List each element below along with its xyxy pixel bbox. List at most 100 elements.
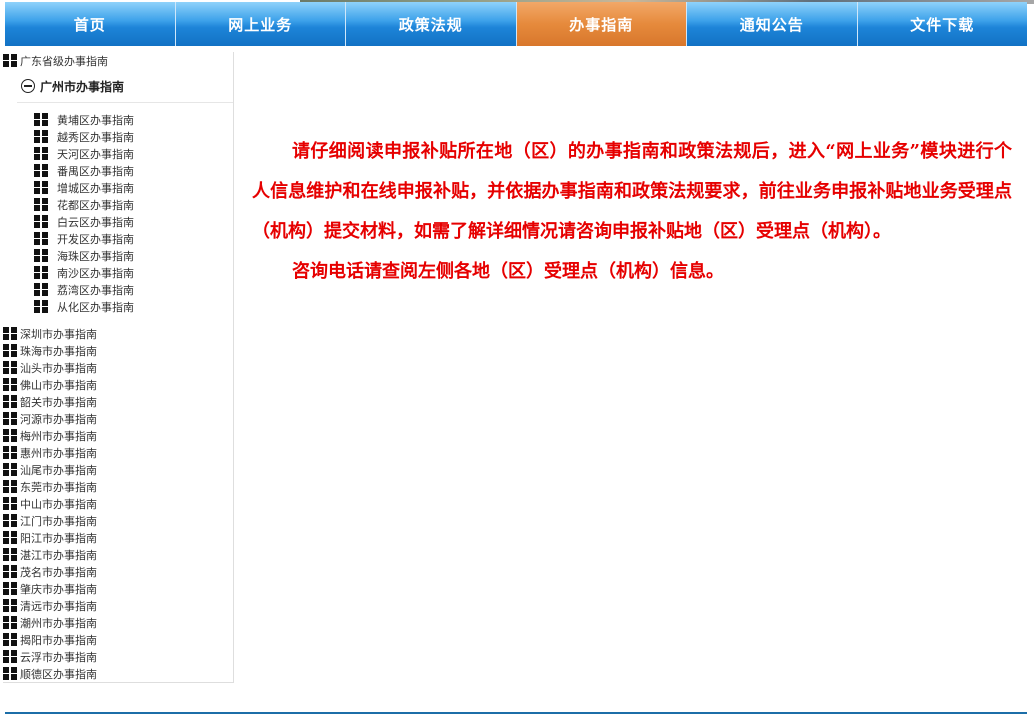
tree-subitem[interactable]: 增城区办事指南	[34, 179, 134, 196]
tree-subitem[interactable]: 黄埔区办事指南	[34, 111, 134, 128]
tree-item-city[interactable]: 云浮市办事指南	[3, 648, 97, 665]
grid-icon	[34, 198, 48, 211]
grid-icon	[34, 300, 48, 313]
grid-icon	[3, 582, 17, 595]
tree-item-label: 韶关市办事指南	[20, 395, 97, 409]
tree-item-label: 顺德区办事指南	[20, 667, 97, 681]
tree-subitem-label: 越秀区办事指南	[57, 130, 134, 144]
grid-icon	[34, 181, 48, 194]
tree-item-label: 云浮市办事指南	[20, 650, 97, 664]
grid-icon	[3, 650, 17, 663]
grid-icon	[34, 232, 48, 245]
grid-icon	[34, 147, 48, 160]
tree-subitem-label: 荔湾区办事指南	[57, 283, 134, 297]
tree-item-city[interactable]: 河源市办事指南	[3, 410, 97, 427]
grid-icon	[3, 497, 17, 510]
tree-subitem[interactable]: 天河区办事指南	[34, 145, 134, 162]
tree-item-label: 揭阳市办事指南	[20, 633, 97, 647]
grid-icon	[34, 215, 48, 228]
tree-subitem-label: 天河区办事指南	[57, 147, 134, 161]
tree-item-city[interactable]: 佛山市办事指南	[3, 376, 97, 393]
tree-item-label: 东莞市办事指南	[20, 480, 97, 494]
nav-online-business[interactable]: 网上业务	[175, 2, 346, 46]
tree-item-label: 广东省级办事指南	[20, 54, 108, 68]
grid-icon	[3, 599, 17, 612]
nav-notices[interactable]: 通知公告	[687, 2, 858, 46]
tree-subitem-label: 开发区办事指南	[57, 232, 134, 246]
tree-item-label: 潮州市办事指南	[20, 616, 97, 630]
tree-item-guangzhou[interactable]: 广州市办事指南	[21, 76, 124, 96]
grid-icon	[3, 378, 17, 391]
tree-item-city[interactable]: 梅州市办事指南	[3, 427, 97, 444]
grid-icon	[3, 395, 17, 408]
tree-subitem[interactable]: 番禺区办事指南	[34, 162, 134, 179]
tree-item-city[interactable]: 汕头市办事指南	[3, 359, 97, 376]
tree-item-city[interactable]: 东莞市办事指南	[3, 478, 97, 495]
grid-icon	[3, 548, 17, 561]
grid-icon	[34, 249, 48, 262]
nav-guide[interactable]: 办事指南	[516, 2, 687, 46]
tree-item-label: 阳江市办事指南	[20, 531, 97, 545]
tree-item-city[interactable]: 汕尾市办事指南	[3, 461, 97, 478]
grid-icon	[3, 412, 17, 425]
nav-downloads[interactable]: 文件下载	[857, 2, 1027, 46]
tree-item-label: 深圳市办事指南	[20, 327, 97, 341]
tree-item-label: 河源市办事指南	[20, 412, 97, 426]
tree-item-city[interactable]: 湛江市办事指南	[3, 546, 97, 563]
tree-item-label: 汕头市办事指南	[20, 361, 97, 375]
tree-item-city[interactable]: 惠州市办事指南	[3, 444, 97, 461]
grid-icon	[34, 266, 48, 279]
grid-icon	[3, 667, 17, 680]
tree-item-label: 湛江市办事指南	[20, 548, 97, 562]
footer-divider	[5, 712, 1027, 714]
grid-icon	[34, 130, 48, 143]
tree-item-city[interactable]: 深圳市办事指南	[3, 325, 97, 342]
tree-subitem-label: 黄埔区办事指南	[57, 113, 134, 127]
guide-notice: 请仔细阅读申报补贴所在地（区）的办事指南和政策法规后，进入“网上业务”模块进行个…	[252, 132, 1012, 292]
grid-icon	[3, 633, 17, 646]
tree-subitem[interactable]: 南沙区办事指南	[34, 264, 134, 281]
tree-item-city[interactable]: 清远市办事指南	[3, 597, 97, 614]
tree-item-city[interactable]: 阳江市办事指南	[3, 529, 97, 546]
tree-subitem-label: 白云区办事指南	[57, 215, 134, 229]
tree-subitem-label: 增城区办事指南	[57, 181, 134, 195]
grid-icon	[3, 514, 17, 527]
tree-item-city[interactable]: 韶关市办事指南	[3, 393, 97, 410]
tree-item-label: 肇庆市办事指南	[20, 582, 97, 596]
tree-item-city[interactable]: 珠海市办事指南	[3, 342, 97, 359]
grid-icon	[3, 531, 17, 544]
tree-item-label: 茂名市办事指南	[20, 565, 97, 579]
tree-item-city[interactable]: 顺德区办事指南	[3, 665, 97, 682]
collapse-icon[interactable]	[21, 79, 35, 93]
tree-item-label: 珠海市办事指南	[20, 344, 97, 358]
tree-subitem-label: 花都区办事指南	[57, 198, 134, 212]
tree-item-city[interactable]: 潮州市办事指南	[3, 614, 97, 631]
tree-item-city[interactable]: 肇庆市办事指南	[3, 580, 97, 597]
tree-item-label: 佛山市办事指南	[20, 378, 97, 392]
tree-subitem[interactable]: 开发区办事指南	[34, 230, 134, 247]
tree-item-city[interactable]: 揭阳市办事指南	[3, 631, 97, 648]
tree-item-city[interactable]: 江门市办事指南	[3, 512, 97, 529]
divider	[17, 102, 233, 103]
tree-item-city[interactable]: 茂名市办事指南	[3, 563, 97, 580]
tree-subitem[interactable]: 白云区办事指南	[34, 213, 134, 230]
nav-home[interactable]: 首页	[5, 2, 176, 46]
grid-icon	[3, 344, 17, 357]
tree-subitem-label: 南沙区办事指南	[57, 266, 134, 280]
tree-subitem[interactable]: 花都区办事指南	[34, 196, 134, 213]
tree-subitem[interactable]: 越秀区办事指南	[34, 128, 134, 145]
tree-item-provincial[interactable]: 广东省级办事指南	[3, 52, 108, 69]
tree-subitem[interactable]: 海珠区办事指南	[34, 247, 134, 264]
tree-item-label: 惠州市办事指南	[20, 446, 97, 460]
tree-item-label: 梅州市办事指南	[20, 429, 97, 443]
nav-policy[interactable]: 政策法规	[346, 2, 517, 46]
grid-icon	[3, 361, 17, 374]
main-nav: 首页 网上业务 政策法规 办事指南 通知公告 文件下载	[5, 2, 1027, 46]
tree-subitem-label: 番禺区办事指南	[57, 164, 134, 178]
tree-subitem[interactable]: 荔湾区办事指南	[34, 281, 134, 298]
grid-icon	[3, 463, 17, 476]
tree-subitem[interactable]: 从化区办事指南	[34, 298, 134, 315]
tree-item-city[interactable]: 中山市办事指南	[3, 495, 97, 512]
notice-paragraph: 请仔细阅读申报补贴所在地（区）的办事指南和政策法规后，进入“网上业务”模块进行个…	[252, 141, 1012, 242]
grid-icon	[34, 283, 48, 296]
